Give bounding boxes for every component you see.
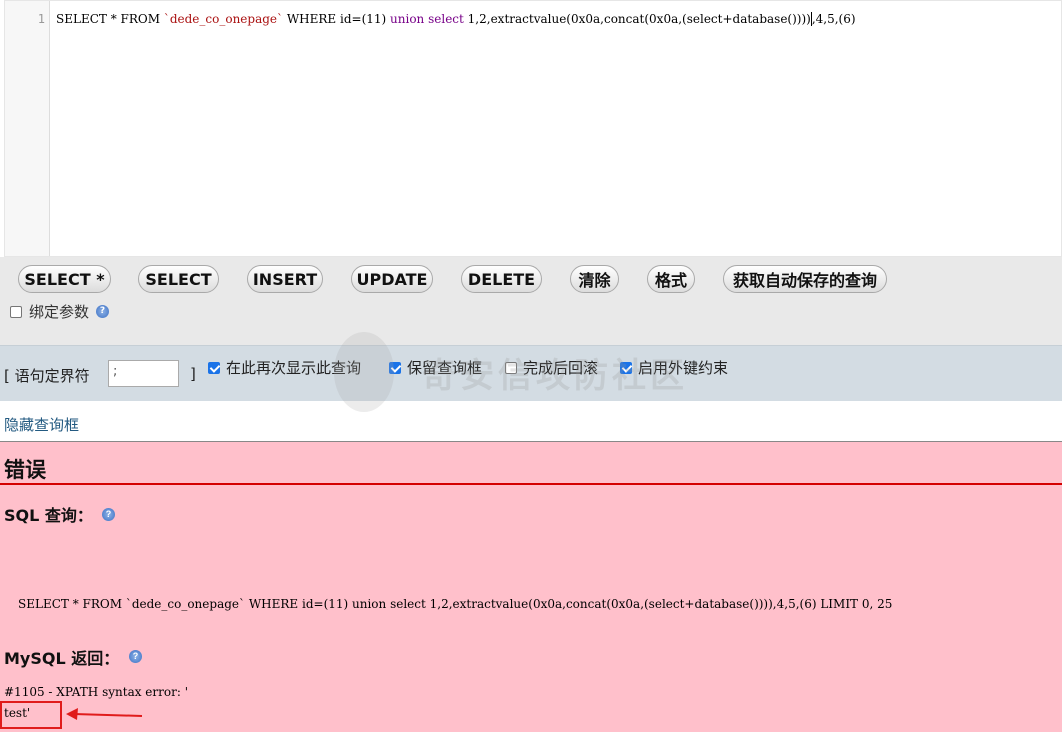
help-icon[interactable]: ?: [129, 650, 142, 663]
delete-button[interactable]: DELETE: [461, 265, 542, 293]
watermark-text: 奇安信攻防社区: [422, 356, 688, 396]
watermark-logo: [334, 332, 394, 412]
annotation-highlight-box: [0, 701, 62, 729]
error-title-rule: [0, 483, 1062, 485]
code-keyword-select: select: [428, 12, 464, 26]
sql-query-label: SQL 查询：: [4, 506, 93, 525]
error-panel: 错误 SQL 查询： ? SELECT * FROM `dede_co_onep…: [0, 441, 1062, 732]
show-query-again-checkbox[interactable]: [208, 361, 220, 374]
editor-gutter: 1: [5, 1, 50, 256]
code-table-name: `dede_co_onepage`: [163, 12, 284, 26]
bind-params-label: 绑定参数: [29, 303, 90, 321]
format-button[interactable]: 格式: [647, 265, 695, 293]
code-token: WHERE id=(11): [283, 12, 391, 26]
code-token: ,4,5,(6): [811, 12, 856, 26]
delimiter-input[interactable]: ;: [108, 360, 179, 387]
help-icon[interactable]: ?: [96, 305, 110, 318]
select-star-button[interactable]: SELECT *: [18, 265, 111, 293]
line-number: 1: [37, 12, 45, 26]
bind-params-checkbox[interactable]: [10, 305, 22, 318]
help-icon[interactable]: ?: [102, 508, 115, 521]
code-token: SELECT * FROM: [56, 12, 164, 26]
mysql-return-label: MySQL 返回：: [4, 649, 120, 668]
bind-params-row: 绑定参数 ?: [10, 301, 110, 322]
code-keyword-union: union: [390, 12, 425, 26]
annotation-arrow-icon: [66, 708, 143, 720]
delimiter-label-open: [ 语句定界符: [4, 367, 90, 385]
query-button-bar: SELECT * SELECT INSERT UPDATE DELETE 清除 …: [0, 257, 1062, 345]
sql-code-line[interactable]: SELECT * FROM `dede_co_onepage` WHERE id…: [56, 12, 856, 26]
sql-editor[interactable]: 1 SELECT * FROM `dede_co_onepage` WHERE …: [4, 0, 1062, 257]
error-message-line1: #1105 - XPATH syntax error: ': [4, 685, 189, 699]
select-button[interactable]: SELECT: [138, 265, 219, 293]
delimiter-label-close: ]: [190, 365, 196, 383]
sql-query-text: SELECT * FROM `dede_co_onepage` WHERE id…: [18, 597, 893, 611]
get-autosaved-query-button[interactable]: 获取自动保存的查询: [723, 265, 887, 293]
hide-query-box-link[interactable]: 隐藏查询框: [4, 414, 79, 435]
clear-button[interactable]: 清除: [570, 265, 619, 293]
update-button[interactable]: UPDATE: [351, 265, 433, 293]
code-token: 1,2,extractvalue(0x0a,concat(0x0a,(selec…: [463, 12, 811, 26]
insert-button[interactable]: INSERT: [247, 265, 323, 293]
error-title: 错误: [4, 458, 46, 482]
